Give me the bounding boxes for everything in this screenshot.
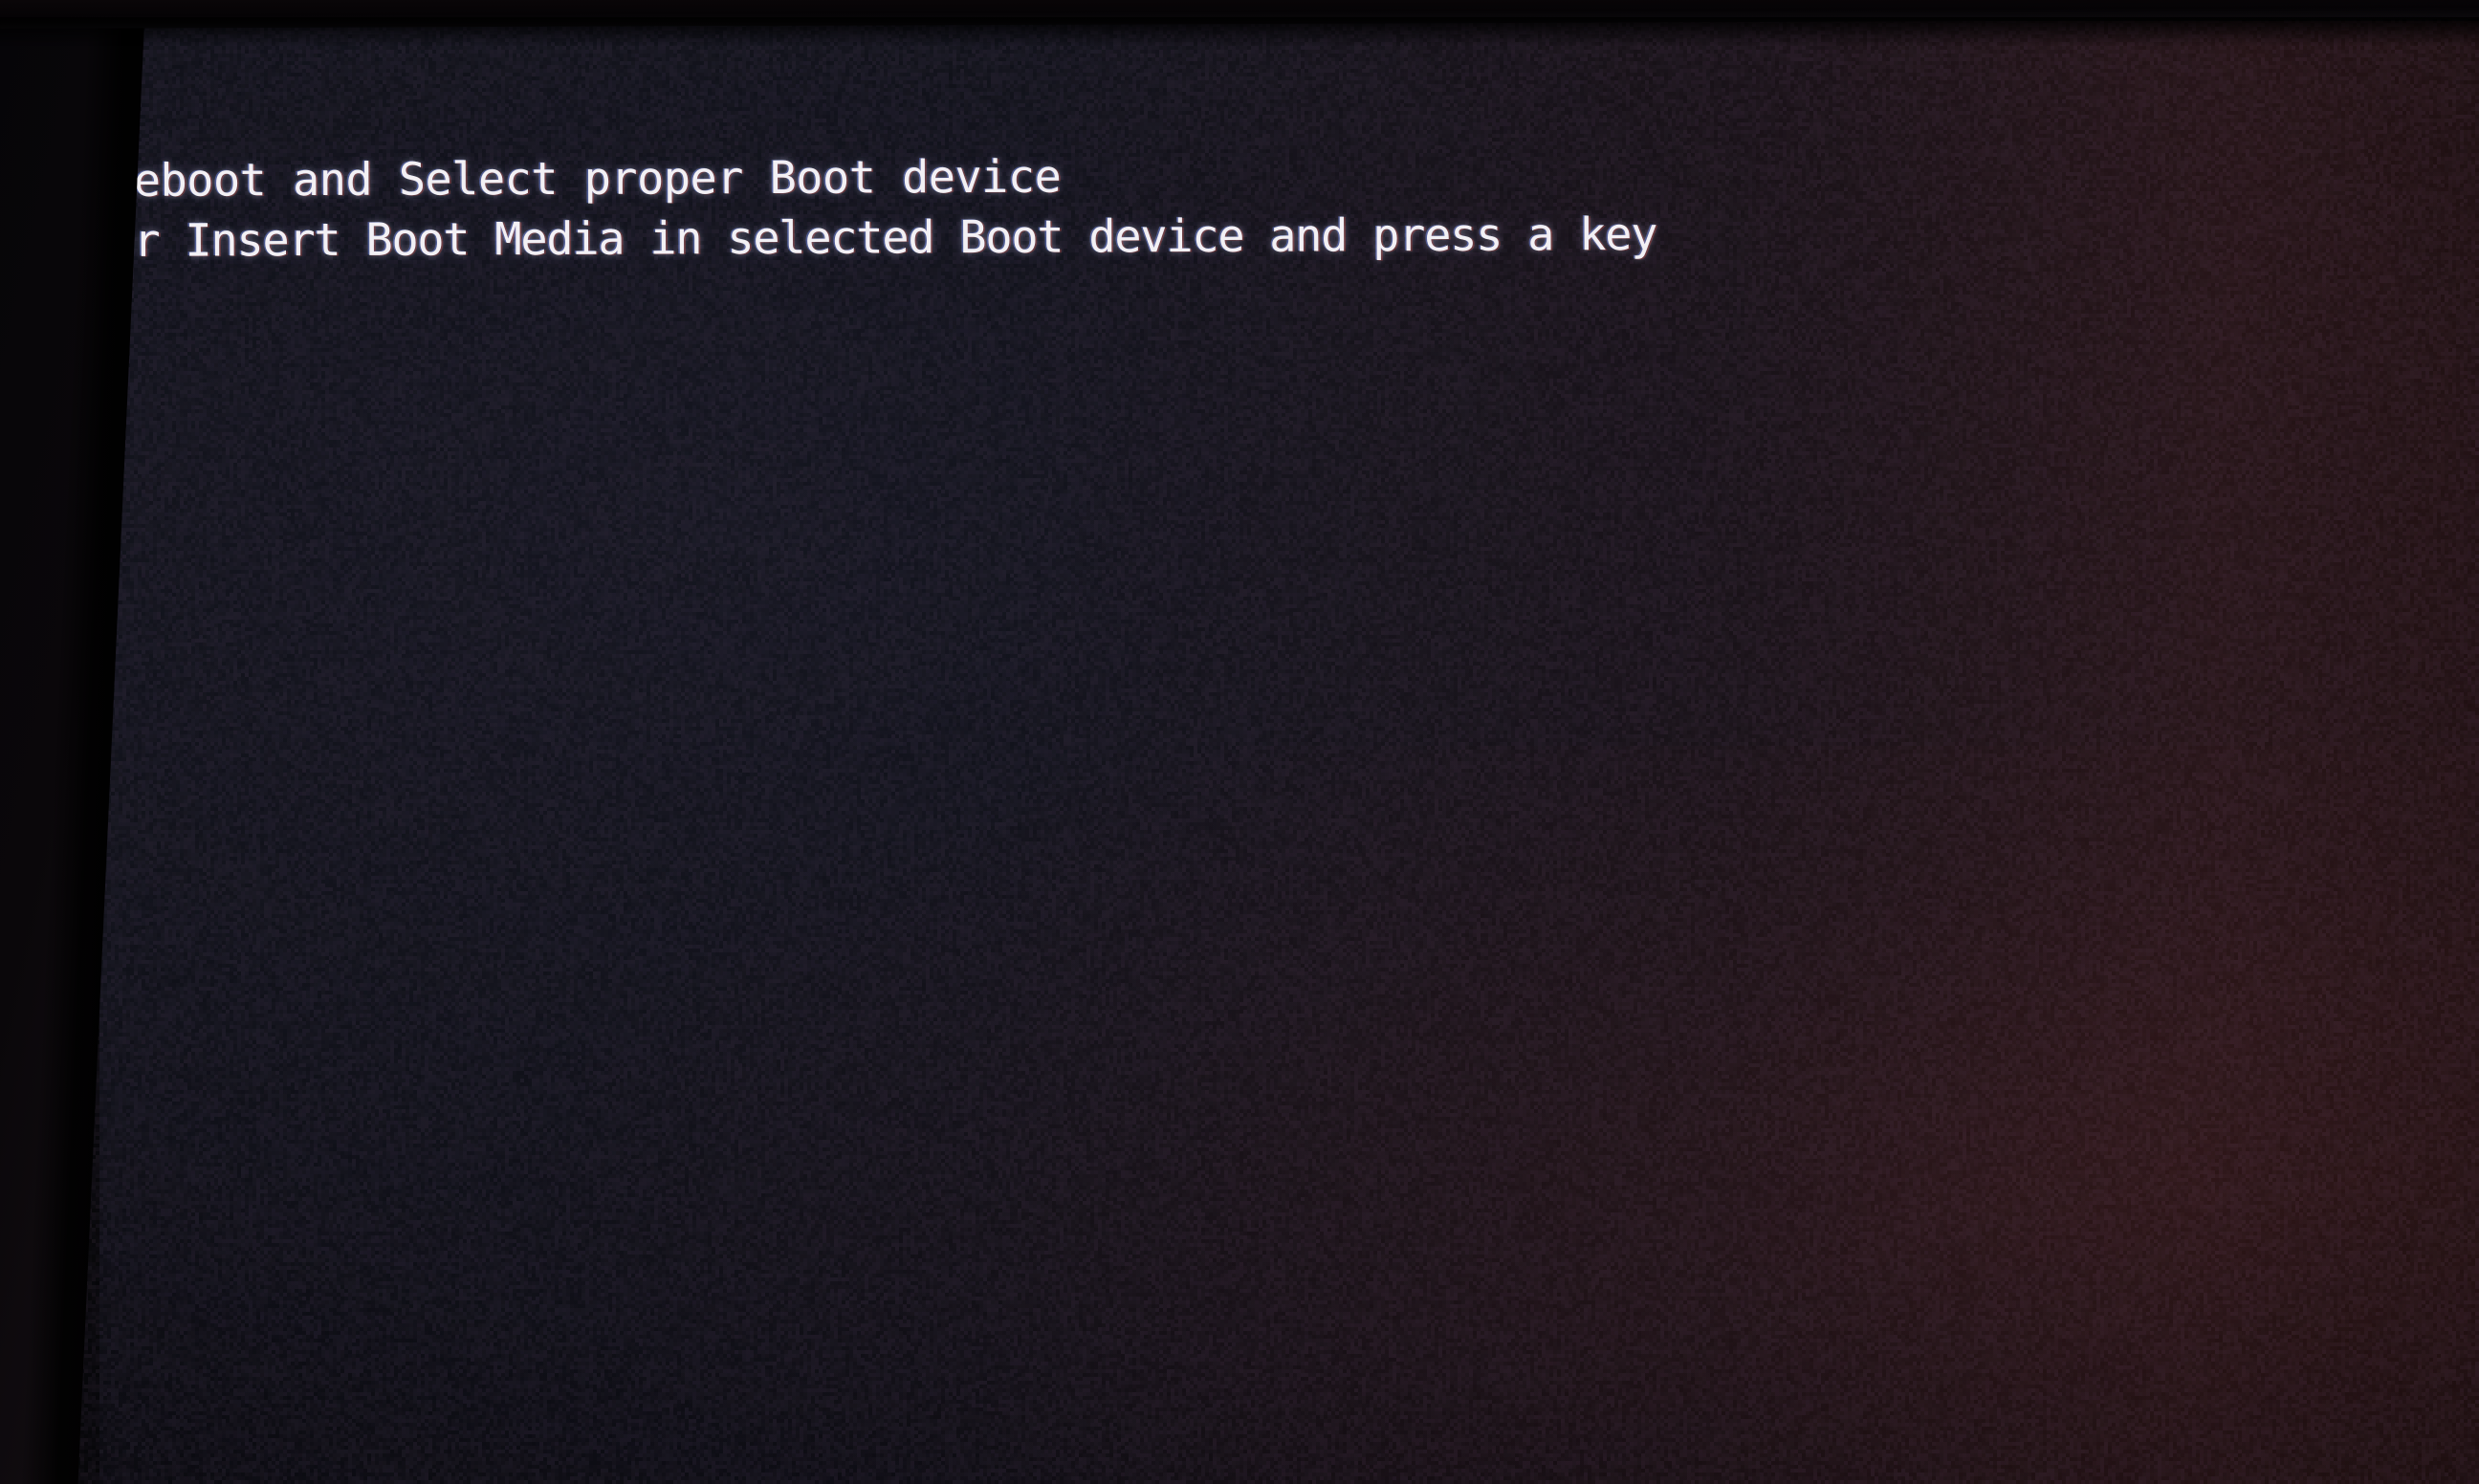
boot-error-screenshot: Reboot and Select proper Boot device or … [0,0,2479,1484]
bios-message-block: Reboot and Select proper Boot device or … [107,144,1656,272]
monitor-bezel-top-fade [0,17,2479,46]
bios-message-line-2: or Insert Boot Media in selected Boot de… [107,205,1656,272]
bios-message-line-1: Reboot and Select proper Boot device [107,144,1656,211]
